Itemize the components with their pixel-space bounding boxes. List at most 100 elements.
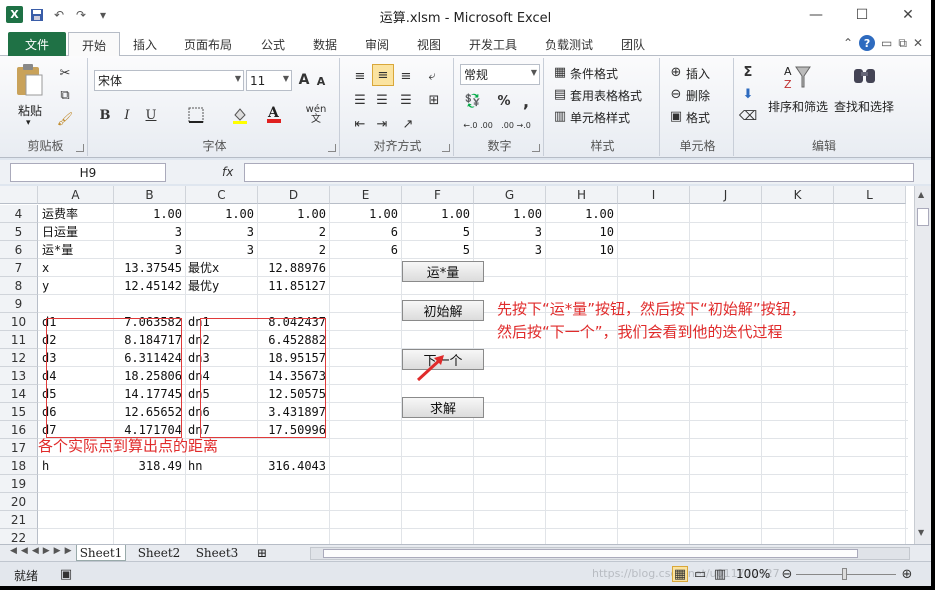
- cell-g[interactable]: 3: [476, 241, 542, 259]
- font-color-icon[interactable]: A: [264, 104, 284, 124]
- column-header-d[interactable]: D: [258, 186, 330, 204]
- tab-home[interactable]: 开始: [68, 32, 120, 57]
- tab-view[interactable]: 视图: [406, 32, 452, 56]
- zoom-slider-thumb[interactable]: [842, 568, 847, 580]
- row-header[interactable]: 13: [0, 367, 38, 385]
- row-header[interactable]: 9: [0, 295, 38, 313]
- cell-f[interactable]: 5: [404, 223, 470, 241]
- align-top-icon[interactable]: ≡: [350, 66, 370, 86]
- cut-icon[interactable]: ✂: [56, 64, 74, 82]
- shrink-font-icon[interactable]: A: [314, 74, 328, 88]
- tab-formulas[interactable]: 公式: [250, 32, 296, 56]
- fill-color-icon[interactable]: [230, 106, 250, 124]
- phonetic-icon[interactable]: wén 文: [304, 104, 328, 126]
- cell-a[interactable]: 运费率: [42, 205, 114, 223]
- column-header-l[interactable]: L: [834, 186, 906, 204]
- column-header-c[interactable]: C: [186, 186, 258, 204]
- orientation-icon[interactable]: ↗: [396, 114, 420, 134]
- cell-b[interactable]: 1.00: [116, 205, 182, 223]
- tab-data[interactable]: 数据: [302, 32, 348, 56]
- formula-input[interactable]: [244, 163, 914, 182]
- format-cells-icon[interactable]: ▣: [668, 108, 684, 124]
- cell-h[interactable]: 1.00: [548, 205, 614, 223]
- cell-b[interactable]: 13.37545: [116, 259, 182, 277]
- row-header[interactable]: 7: [0, 259, 38, 277]
- cell-c[interactable]: hn: [188, 457, 254, 475]
- worksheet-grid[interactable]: ABCDEFGHIJKL 4 5 6 7 8 9 10 11 12 13 14 15 16 17 18 19 2…: [0, 186, 931, 547]
- cell-d[interactable]: 2: [260, 241, 326, 259]
- select-all-corner[interactable]: [0, 186, 38, 204]
- cell-e[interactable]: 6: [332, 241, 398, 259]
- border-icon[interactable]: [186, 106, 206, 124]
- row-header[interactable]: 18: [0, 457, 38, 475]
- cell-b[interactable]: 12.45142: [116, 277, 182, 295]
- decrease-indent-icon[interactable]: ⇤: [350, 114, 370, 134]
- bold-icon[interactable]: B: [96, 106, 114, 124]
- paste-icon[interactable]: [12, 62, 46, 98]
- row-header[interactable]: 12: [0, 349, 38, 367]
- cell-styles-label[interactable]: 单元格样式: [570, 109, 630, 126]
- cell-a[interactable]: 日运量: [42, 223, 114, 241]
- cell-g[interactable]: 3: [476, 223, 542, 241]
- normal-view-icon[interactable]: ▦: [672, 566, 688, 582]
- column-header-j[interactable]: J: [690, 186, 762, 204]
- font-size-select[interactable]: 11 ▼: [246, 70, 292, 91]
- merge-center-icon[interactable]: ⊞: [422, 90, 446, 110]
- tab-team[interactable]: 团队: [610, 32, 656, 56]
- align-center-icon[interactable]: ☰: [372, 90, 392, 110]
- zoom-out-icon[interactable]: ⊖: [780, 566, 794, 582]
- horizontal-scrollbar[interactable]: [310, 547, 910, 560]
- format-cells-label[interactable]: 格式: [686, 109, 710, 126]
- format-as-table-icon[interactable]: ▤: [552, 86, 568, 102]
- vscroll-thumb[interactable]: [917, 208, 929, 226]
- cell-a[interactable]: x: [42, 259, 114, 277]
- maximize-button[interactable]: ☐: [839, 0, 885, 30]
- scroll-up-icon[interactable]: ▲: [918, 190, 924, 199]
- row-header[interactable]: 21: [0, 511, 38, 529]
- cell-h[interactable]: 10: [548, 223, 614, 241]
- workbook-restore-icon[interactable]: ⧉: [898, 36, 907, 51]
- increase-decimal-icon[interactable]: ←.0 .00: [460, 116, 496, 134]
- sheet-nav-icons[interactable]: ◀◀◀▶▶▶: [10, 546, 76, 556]
- row-header[interactable]: 15: [0, 403, 38, 421]
- cell-c[interactable]: 最优x: [188, 259, 254, 277]
- italic-icon[interactable]: I: [118, 106, 136, 124]
- clipboard-launcher-icon[interactable]: [76, 144, 84, 152]
- zoom-level[interactable]: 100%: [736, 567, 770, 581]
- cell-c[interactable]: 1.00: [188, 205, 254, 223]
- cell-e[interactable]: 6: [332, 223, 398, 241]
- alignment-launcher-icon[interactable]: [442, 144, 450, 152]
- underline-icon[interactable]: U: [142, 106, 160, 124]
- format-as-table-label[interactable]: 套用表格格式: [570, 87, 642, 104]
- column-header-i[interactable]: I: [618, 186, 690, 204]
- cell-f[interactable]: 5: [404, 241, 470, 259]
- help-icon[interactable]: ?: [859, 35, 876, 51]
- row-header[interactable]: 4: [0, 205, 38, 223]
- close-button[interactable]: ✕: [885, 0, 931, 30]
- wrap-text-icon[interactable]: ⤶: [422, 66, 442, 86]
- cell-d[interactable]: 12.88976: [260, 259, 326, 277]
- initial-solution-button[interactable]: 初始解: [402, 300, 484, 321]
- scroll-down-icon[interactable]: ▼: [918, 528, 924, 537]
- sheet-tab-1[interactable]: Sheet1: [76, 545, 126, 561]
- paste-label[interactable]: 粘贴: [18, 102, 42, 119]
- tab-file[interactable]: 文件: [8, 32, 66, 56]
- insert-sheet-icon[interactable]: ⊞: [252, 545, 272, 561]
- font-launcher-icon[interactable]: [328, 144, 336, 152]
- tab-developer[interactable]: 开发工具: [458, 32, 528, 56]
- cell-c[interactable]: 3: [188, 223, 254, 241]
- row-header[interactable]: 8: [0, 277, 38, 295]
- cell-g[interactable]: 1.00: [476, 205, 542, 223]
- cell-a[interactable]: y: [42, 277, 114, 295]
- conditional-format-icon[interactable]: ▦: [552, 64, 568, 80]
- sheet-tab-3[interactable]: Sheet3: [192, 545, 242, 561]
- cell-b[interactable]: 3: [116, 241, 182, 259]
- workbook-close-icon[interactable]: ✕: [913, 36, 923, 50]
- column-header-e[interactable]: E: [330, 186, 402, 204]
- currency-icon[interactable]: 💱: [462, 92, 484, 110]
- find-select-label[interactable]: 查找和选择: [834, 98, 894, 115]
- column-header-k[interactable]: K: [762, 186, 834, 204]
- minimize-button[interactable]: —: [793, 0, 839, 30]
- row-header[interactable]: 19: [0, 475, 38, 493]
- row-header[interactable]: 10: [0, 313, 38, 331]
